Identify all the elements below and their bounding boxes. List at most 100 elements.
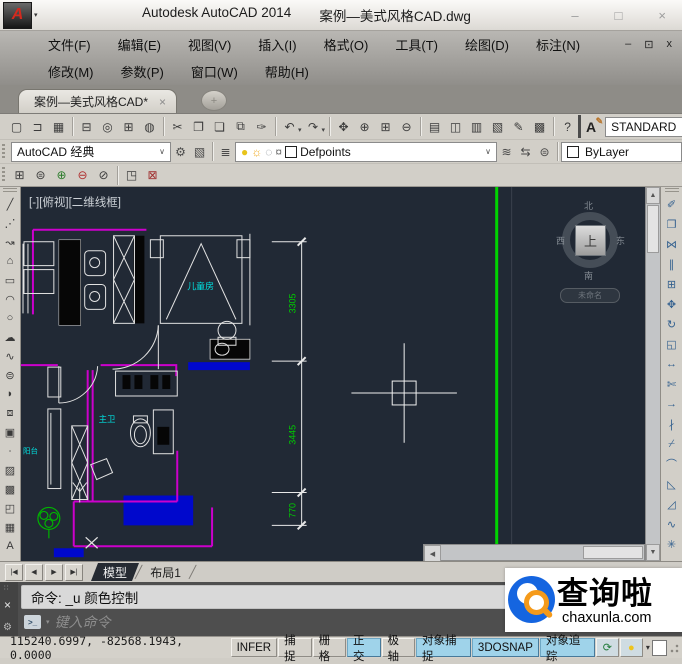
toolbar-grip[interactable]: [665, 188, 679, 193]
command-panel-handle[interactable]: ∷ × ⚙: [0, 582, 18, 636]
scroll-track[interactable]: [646, 254, 660, 544]
paste-icon[interactable]: ❏: [210, 117, 229, 136]
region-icon[interactable]: ◰: [2, 500, 19, 516]
table-icon[interactable]: ▦: [2, 519, 19, 535]
offset-icon[interactable]: ∥: [663, 256, 680, 272]
sheet-set-manager-icon[interactable]: ▧: [488, 117, 507, 136]
menu-item-row1-1[interactable]: 编辑(E): [118, 35, 161, 54]
transparency-icon[interactable]: ⟳: [596, 638, 619, 657]
toggle-otrack[interactable]: 对象追踪: [540, 638, 595, 657]
trim-icon[interactable]: ✄: [663, 376, 680, 392]
layout-tab-1[interactable]: 布局1: [138, 563, 193, 581]
multiline-text-icon[interactable]: A: [2, 538, 19, 554]
layer-isolate-icon[interactable]: ⊜: [535, 142, 554, 161]
toolbar-grip[interactable]: [2, 144, 5, 160]
color-dropdown[interactable]: ByLayer: [561, 142, 682, 162]
publish-icon[interactable]: ⊞: [119, 117, 138, 136]
plot-icon[interactable]: ⊟: [77, 117, 96, 136]
blend-curves-icon[interactable]: ∿: [663, 516, 680, 532]
layer-properties-icon[interactable]: ≣: [216, 142, 235, 161]
ellipse-icon[interactable]: ⊜: [2, 367, 19, 383]
plot-preview-icon[interactable]: ◎: [98, 117, 117, 136]
close-viewport-icon[interactable]: ⊠: [143, 166, 162, 185]
line-icon[interactable]: ╱: [2, 196, 19, 212]
zoom-previous-icon[interactable]: ⊖: [397, 117, 416, 136]
spline-icon[interactable]: ∿: [2, 348, 19, 364]
properties-icon[interactable]: ▤: [425, 117, 444, 136]
menu-item-row2-2[interactable]: 窗口(W): [191, 62, 238, 81]
toolbar-grip[interactable]: [2, 167, 5, 183]
view-cube[interactable]: 北 南 东 西 上 未命名: [555, 197, 625, 307]
document-tab[interactable]: 案例—美式风格CAD* ×: [18, 89, 177, 113]
open-icon[interactable]: ⊐: [28, 117, 47, 136]
last-tab-button[interactable]: ▶|: [65, 564, 83, 581]
next-tab-button[interactable]: ▶: [45, 564, 63, 581]
mdi-minimize-icon[interactable]: –: [625, 38, 631, 51]
toggle-osnap[interactable]: 对象捕捉: [416, 638, 471, 657]
layer-previous-icon[interactable]: ⇆: [516, 142, 535, 161]
break-at-point-icon[interactable]: ∤: [663, 416, 680, 432]
chamfer-icon[interactable]: ◺: [663, 476, 680, 492]
gradient-icon[interactable]: ▩: [2, 481, 19, 497]
arc-icon[interactable]: ◠: [2, 291, 19, 307]
insert-block-icon[interactable]: ⧈: [2, 405, 19, 421]
layer-states-icon[interactable]: ≋: [497, 142, 516, 161]
polyline-icon[interactable]: ↝: [2, 234, 19, 250]
copy-icon[interactable]: ❐: [189, 117, 208, 136]
text-style-dropdown[interactable]: STANDARD: [605, 117, 682, 137]
designcenter-icon[interactable]: ◫: [446, 117, 465, 136]
mdi-close-icon[interactable]: x: [667, 38, 673, 51]
toggle-polar[interactable]: 极轴: [382, 638, 415, 657]
vertical-scroll-thumb[interactable]: [647, 205, 659, 253]
save-icon[interactable]: ▦: [49, 117, 68, 136]
join-icon[interactable]: ⌒: [663, 456, 680, 472]
cut-icon[interactable]: ✂: [168, 117, 187, 136]
workspace-settings-icon[interactable]: ⚙: [171, 142, 190, 161]
undo-dropdown-icon[interactable]: ▾: [298, 126, 302, 134]
viewport-controls-label[interactable]: [-][俯视][二维线框]: [29, 194, 121, 210]
toggle-grid[interactable]: 栅格: [313, 638, 346, 657]
menu-item-row2-1[interactable]: 参数(P): [121, 62, 164, 81]
layer-on-icon[interactable]: ●: [241, 145, 248, 159]
view-disable-icon[interactable]: ⊘: [94, 166, 113, 185]
redo-icon[interactable]: ↷: [304, 117, 323, 136]
menu-item-row1-5[interactable]: 工具(T): [395, 35, 438, 54]
layer-dropdown[interactable]: ●☼◌¤ Defpoints ∨: [235, 142, 497, 162]
drawing-canvas[interactable]: [-][俯视][二维线框]: [21, 187, 645, 561]
logo-dropdown-icon[interactable]: ▾: [34, 11, 38, 19]
erase-icon[interactable]: ✐: [663, 196, 680, 212]
move-icon[interactable]: ✥: [663, 296, 680, 312]
toggle-infer[interactable]: INFER: [231, 638, 278, 657]
menu-item-row1-4[interactable]: 格式(O): [324, 35, 369, 54]
tab-close-icon[interactable]: ×: [159, 95, 166, 109]
viewcube-east-label[interactable]: 东: [616, 234, 625, 247]
viewports-icon[interactable]: ⊞: [10, 166, 29, 185]
maximize-button[interactable]: □: [615, 8, 623, 23]
explode-icon[interactable]: ✳: [663, 536, 680, 552]
array-icon[interactable]: ⊞: [663, 276, 680, 292]
construction-line-icon[interactable]: ⋰: [2, 215, 19, 231]
command-close-icon[interactable]: ×: [4, 598, 11, 612]
menu-item-row1-7[interactable]: 标注(N): [536, 35, 580, 54]
viewcube-top-face[interactable]: 上: [575, 225, 606, 256]
new-tab-button[interactable]: +: [201, 90, 227, 111]
mirror-icon[interactable]: ⋈: [663, 236, 680, 252]
circle-icon[interactable]: ○: [2, 310, 19, 326]
minimize-button[interactable]: –: [571, 8, 578, 23]
previous-tab-button[interactable]: ◀: [25, 564, 43, 581]
viewcube-north-label[interactable]: 北: [584, 199, 593, 212]
named-views-icon[interactable]: ⊜: [31, 166, 50, 185]
quick-calc-icon[interactable]: ▩: [530, 117, 549, 136]
match-properties-icon[interactable]: ✑: [252, 117, 271, 136]
chevron-down-icon[interactable]: ▾: [46, 618, 50, 626]
toggle-3dosnap[interactable]: 3DOSNAP: [472, 638, 539, 657]
layer-freeze-sun-icon[interactable]: ☼: [251, 145, 262, 159]
view-add-icon[interactable]: ⊕: [52, 166, 71, 185]
lineweight-bulb-icon[interactable]: ●: [620, 638, 643, 657]
layout-tab-0[interactable]: 模型: [91, 563, 139, 581]
zoom-realtime-icon[interactable]: ⊕: [355, 117, 374, 136]
hatch-icon[interactable]: ▨: [2, 462, 19, 478]
toggle-ortho[interactable]: 正交: [347, 638, 380, 657]
view-remove-icon[interactable]: ⊖: [73, 166, 92, 185]
horizontal-scroll-thumb[interactable]: [583, 546, 643, 559]
